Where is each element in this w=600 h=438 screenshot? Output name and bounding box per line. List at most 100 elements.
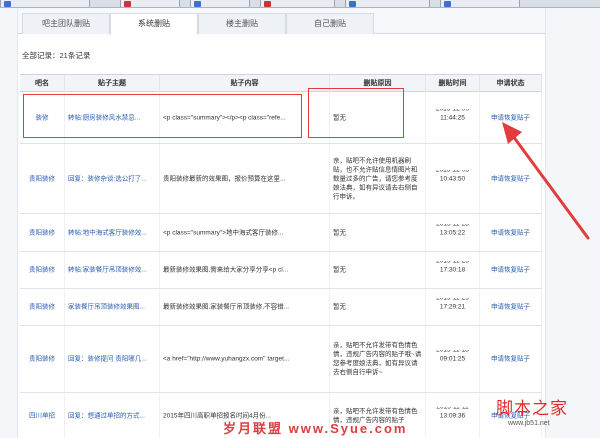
header-post-content: 贴子内容 <box>160 75 330 92</box>
browser-tab-strip <box>0 0 600 8</box>
post-content-text: <p class="summary">地中海式客厅装修... <box>163 229 284 236</box>
annotation-box-reason <box>308 88 404 138</box>
delete-time-cell: 2015-11-25 17:29:21 <box>426 289 480 325</box>
left-sidebar <box>0 8 18 438</box>
delete-type-tabs: 吧主团队删贴 系统删贴 楼主删贴 自己删贴 <box>18 8 545 35</box>
post-title-link[interactable]: 转帖:家装餐厅吊顶装修效... <box>65 266 159 275</box>
post-content-cell: 最新装修效果图,需来给大家分享分享<p cl... <box>160 252 330 288</box>
post-title-cell: 回复：装修杂谈:选公打了... <box>65 144 160 213</box>
post-content-text: <a href="http://www.yuhangzx.com" target… <box>163 355 290 363</box>
delete-reason-text: 暂无 <box>333 229 346 236</box>
bar-name-cell: 贵阳装修 <box>20 144 65 213</box>
tab-self-deleted[interactable]: 自己删贴 <box>286 13 374 34</box>
bar-name-cell: 贵阳装修 <box>20 214 65 251</box>
delete-time-cell: 2015-11-18 09:01:25 <box>426 326 480 392</box>
post-content-text: 最新装修效果图,家装餐厅吊顶装修,不容错... <box>163 303 290 311</box>
table-row: 贵阳装修 回复：装修提问 贵阳哪几... <a href="http://www… <box>20 326 542 393</box>
watermark-syue: 岁月联盟 www.Syue.com <box>223 421 408 436</box>
delete-clock: 09:01:25 <box>439 355 466 363</box>
delete-reason-cell: 暂无 <box>330 289 426 325</box>
record-count: 全部记录：21条记录 <box>22 51 91 60</box>
bar-name-link[interactable]: 贵阳装修 <box>20 266 64 275</box>
post-title-cell: 家装餐厅吊顶装修效果图... <box>65 289 160 325</box>
delete-clock: 10:43:50 <box>439 175 466 182</box>
watermark-jb51-url: www.jb51.net <box>508 420 550 427</box>
apply-status-cell: 申请恢复贴子 <box>480 326 542 392</box>
bar-name-cell: 贵阳装修 <box>20 326 65 392</box>
post-title-link[interactable]: 回复：想通过单招的方式... <box>65 412 159 421</box>
delete-reason-text: 暂无 <box>333 266 346 274</box>
table-row: 贵阳装修 转帖:家装餐厅吊顶装修效... 最新装修效果图,需来给大家分享分享<p… <box>20 252 542 289</box>
post-title-cell: 转帖:家装餐厅吊顶装修效... <box>65 252 160 288</box>
post-title-cell: 回复：装修提问 贵阳哪几... <box>65 326 160 392</box>
post-title-link[interactable]: 回复：装修杂谈:选公打了... <box>65 174 159 183</box>
delete-reason-cell: 暂无 <box>330 214 426 251</box>
delete-clock: 11:44:25 <box>440 114 465 121</box>
delete-reason-text: 亲，贴吧不允许发带有色情色情，违规广告内容的贴子哦~请您参考度娘法典，如有异议请… <box>333 342 422 376</box>
page-icon <box>349 1 356 7</box>
delete-reason-text: 亲，贴吧不允许使用机器刷贴，也不允许贴信息情图片和数量过多的广告，请您参考度娘法… <box>333 157 418 200</box>
browser-tab[interactable] <box>190 0 250 7</box>
bar-name-link[interactable]: 贵阳装修 <box>20 355 64 364</box>
table-row: 贵阳装修 回复：装修杂谈:选公打了... 贵阳装修最新的效果图，报价预算在这里.… <box>20 144 542 214</box>
header-apply-status: 申请状态 <box>480 75 542 92</box>
header-bar-name: 吧名 <box>20 75 65 92</box>
tab-system-deleted[interactable]: 系统删贴 <box>110 13 198 35</box>
tab-owner-deleted[interactable]: 楼主删贴 <box>198 13 286 34</box>
bar-name-link[interactable]: 贵阳装修 <box>20 303 64 312</box>
delete-reason-cell: 暂无 <box>330 252 426 288</box>
restore-post-link[interactable]: 申请恢复贴子 <box>480 355 541 364</box>
delete-time-cell: 2015-11-11 13:09:36 <box>426 393 480 438</box>
restore-post-link[interactable]: 申请恢复贴子 <box>480 266 541 275</box>
post-title-link[interactable]: 回复：装修提问 贵阳哪几... <box>65 355 159 364</box>
annotation-arrow-icon <box>502 122 590 240</box>
table-header: 吧名 贴子主题 贴子内容 删贴原因 删贴时间 申请状态 <box>20 75 542 92</box>
browser-tab[interactable] <box>0 0 90 7</box>
page-icon <box>264 1 271 7</box>
post-content-cell: 最新装修效果图,家装餐厅吊顶装修,不容错... <box>160 289 330 325</box>
delete-clock: 17:29:21 <box>439 303 466 311</box>
table-row: 贵阳装修 转帖:地中海式客厅装修效... <p class="summary">… <box>20 214 542 252</box>
annotation-box-post <box>23 94 302 138</box>
header-post-title: 贴子主题 <box>65 75 160 92</box>
tab-team-deleted[interactable]: 吧主团队删贴 <box>22 13 110 34</box>
bar-name-cell: 贵阳装修 <box>20 289 65 325</box>
delete-time-cell: 2015-12-09 11:44:25 <box>426 92 480 143</box>
post-content-cell: 贵阳装修最新的效果图，报价预算在这里... <box>160 144 330 213</box>
browser-tab[interactable] <box>345 0 430 7</box>
bar-name-cell: 四川单招 <box>20 393 65 438</box>
browser-tab[interactable] <box>120 0 180 7</box>
post-title-cell: 回复：想通过单招的方式... <box>65 393 160 438</box>
page-icon <box>124 1 131 7</box>
browser-tab[interactable] <box>440 0 520 7</box>
bar-name-link[interactable]: 贵阳装修 <box>20 174 64 183</box>
page-icon <box>194 1 201 7</box>
post-content-cell: <a href="http://www.yuhangzx.com" target… <box>160 326 330 392</box>
bar-name-link[interactable]: 贵阳装修 <box>20 228 64 237</box>
delete-time-cell: 2015-12-03 10:43:50 <box>426 144 480 213</box>
delete-clock: 13:05:22 <box>439 229 466 236</box>
post-content-cell: <p class="summary">地中海式客厅装修... <box>160 214 330 251</box>
delete-time-cell: 2015-11-28 13:05:22 <box>426 214 480 251</box>
delete-reason-text: 暂无 <box>333 303 346 311</box>
bar-name-link[interactable]: 四川单招 <box>20 412 64 421</box>
watermark-jb51: 脚本之家 <box>496 399 568 419</box>
post-title-cell: 转帖:地中海式客厅装修效... <box>65 214 160 251</box>
restore-post-link[interactable]: 申请恢复贴子 <box>480 303 541 312</box>
post-title-link[interactable]: 转帖:地中海式客厅装修效... <box>65 228 159 237</box>
delete-clock: 13:09:36 <box>439 412 466 420</box>
browser-tab[interactable] <box>260 0 335 7</box>
post-content-text: 最新装修效果图,需来给大家分享分享<p cl... <box>163 266 289 274</box>
page-icon <box>444 1 451 7</box>
delete-time-cell: 2015-11-25 17:30:18 <box>426 252 480 288</box>
post-title-link[interactable]: 家装餐厅吊顶装修效果图... <box>65 303 159 312</box>
delete-reason-cell: 亲，贴吧不允许发带有色情色情，违规广告内容的贴子哦~请您参考度娘法典，如有异议请… <box>330 326 426 392</box>
header-delete-time: 删贴时间 <box>426 75 480 92</box>
bar-name-cell: 贵阳装修 <box>20 252 65 288</box>
delete-clock: 17:30:18 <box>439 266 466 274</box>
post-content-text: 贵阳装修最新的效果图，报价预算在这里... <box>163 175 286 182</box>
delete-reason-cell: 亲，贴吧不允许使用机器刷贴，也不允许贴信息情图片和数量过多的广告，请您参考度娘法… <box>330 144 426 213</box>
apply-status-cell: 申请恢复贴子 <box>480 252 542 288</box>
table-row: 贵阳装修 家装餐厅吊顶装修效果图... 最新装修效果图,家装餐厅吊顶装修,不容错… <box>20 289 542 326</box>
page-icon <box>4 1 11 7</box>
